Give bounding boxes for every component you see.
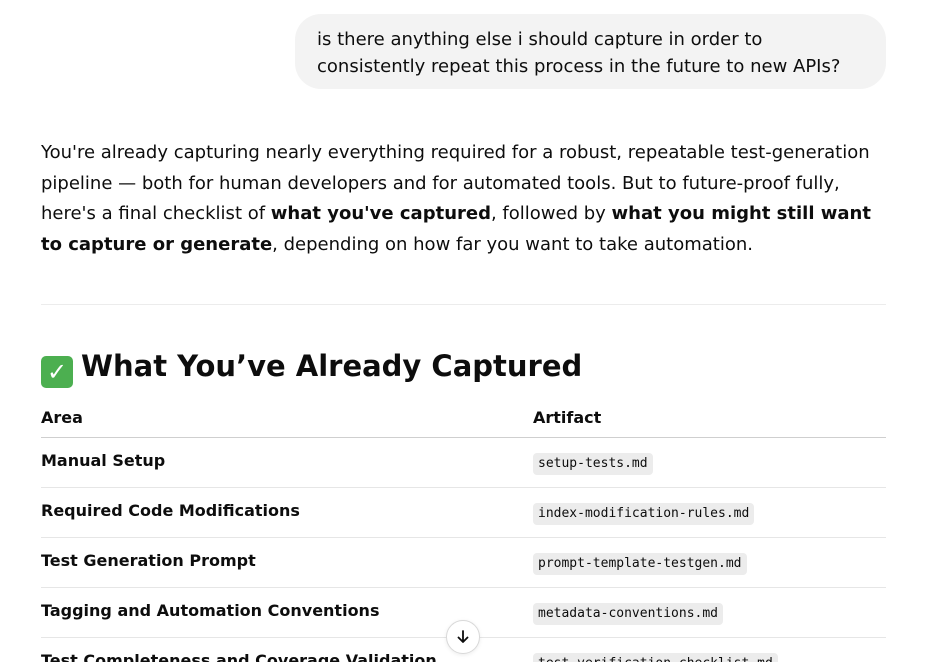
chat-page: is there anything else i should capture … [0,0,933,662]
table-cell-artifact: setup-tests.md [533,443,653,481]
section-heading: ✓ What You’ve Already Captured [41,345,582,388]
assistant-message: You're already capturing nearly everythi… [41,138,886,260]
intro-text-part-3: , depending on how far you want to take … [272,233,753,255]
table-row: Manual Setup setup-tests.md [41,438,886,488]
assistant-intro-paragraph: You're already capturing nearly everythi… [41,138,886,260]
user-message-bubble: is there anything else i should capture … [295,14,886,89]
table-cell-area: Tagging and Automation Conventions [41,601,380,620]
artifact-filename: prompt-template-testgen.md [533,553,747,575]
artifact-filename: metadata-conventions.md [533,603,724,625]
table-header-row: Area Artifact [41,399,886,438]
table-cell-artifact: prompt-template-testgen.md [533,543,747,581]
artifact-filename: setup-tests.md [533,453,653,475]
scroll-to-bottom-button[interactable] [446,620,480,654]
section-divider [41,304,886,305]
table-header-artifact: Artifact [533,408,602,427]
table-cell-area: Required Code Modifications [41,501,300,520]
intro-text-part-2: , followed by [490,203,612,224]
artifact-filename: index-modification-rules.md [533,503,755,525]
arrow-down-icon [457,630,469,643]
user-message-text: is there anything else i should capture … [317,29,841,77]
table-cell-area: Manual Setup [41,451,166,470]
table-cell-area: Test Completeness and Coverage Validatio… [41,651,437,662]
section-heading-text: What You’ve Already Captured [81,349,583,383]
table-row: Required Code Modifications index-modifi… [41,488,886,538]
table-cell-artifact: test-verification-checklist.md [533,643,778,662]
check-mark-button-icon: ✓ [41,356,73,388]
table-cell-artifact: index-modification-rules.md [533,493,755,531]
artifact-filename: test-verification-checklist.md [533,653,778,662]
table-row: Test Generation Prompt prompt-template-t… [41,538,886,588]
table-cell-artifact: metadata-conventions.md [533,593,724,631]
intro-bold-captured: what you've captured [270,203,491,224]
table-header-area: Area [41,408,83,427]
table-cell-area: Test Generation Prompt [41,551,256,570]
